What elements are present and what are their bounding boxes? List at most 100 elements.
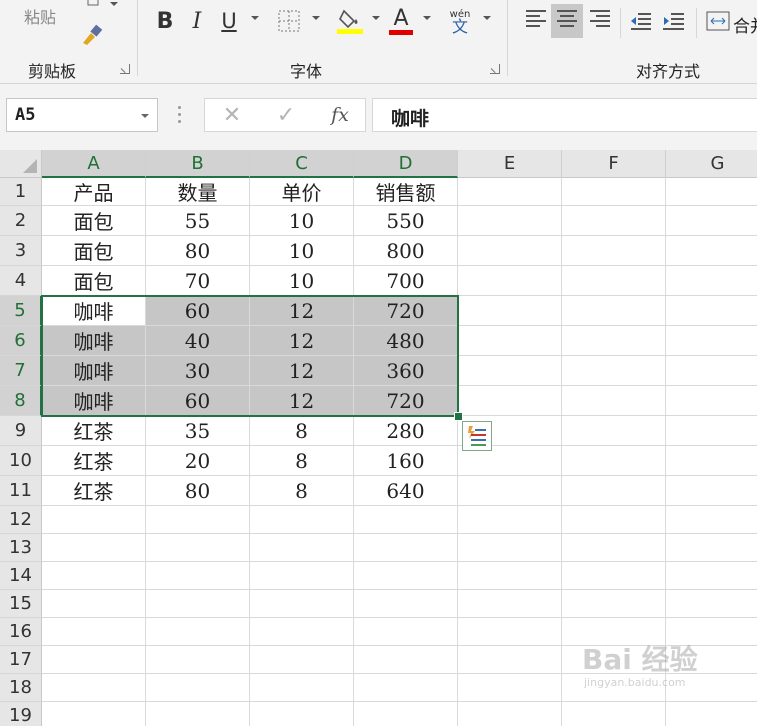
copy-icon[interactable] bbox=[84, 0, 104, 8]
cell-g6[interactable] bbox=[666, 326, 757, 356]
cell-c9[interactable]: 8 bbox=[250, 416, 354, 446]
row-header-2[interactable]: 2 bbox=[0, 206, 42, 236]
cell-b5[interactable]: 60 bbox=[146, 296, 250, 326]
cell-e1[interactable] bbox=[458, 178, 562, 206]
row-header-14[interactable]: 14 bbox=[0, 562, 42, 590]
cell-f6[interactable] bbox=[562, 326, 666, 356]
cell-d1[interactable]: 销售额 bbox=[354, 178, 458, 206]
cell-c12[interactable] bbox=[250, 506, 354, 534]
cell-e4[interactable] bbox=[458, 266, 562, 296]
phonetic-icon[interactable]: wén 文 bbox=[446, 6, 474, 36]
bold-button[interactable]: B bbox=[152, 6, 178, 36]
clipboard-launcher-icon[interactable] bbox=[120, 64, 130, 74]
cell-e19[interactable] bbox=[458, 702, 562, 726]
cell-f4[interactable] bbox=[562, 266, 666, 296]
cell-a7[interactable]: 咖啡 bbox=[42, 356, 146, 386]
cell-b1[interactable]: 数量 bbox=[146, 178, 250, 206]
cell-d5[interactable]: 720 bbox=[354, 296, 458, 326]
cell-c17[interactable] bbox=[250, 646, 354, 674]
cell-a8[interactable]: 咖啡 bbox=[42, 386, 146, 416]
cell-b11[interactable]: 80 bbox=[146, 476, 250, 506]
cell-d17[interactable] bbox=[354, 646, 458, 674]
italic-button[interactable]: I bbox=[184, 6, 210, 36]
cell-g14[interactable] bbox=[666, 562, 757, 590]
cell-a2[interactable]: 面包 bbox=[42, 206, 146, 236]
name-box[interactable]: A5 bbox=[6, 98, 158, 132]
row-header-12[interactable]: 12 bbox=[0, 506, 42, 534]
row-header-5[interactable]: 5 bbox=[0, 296, 42, 326]
row-header-15[interactable]: 15 bbox=[0, 590, 42, 618]
cell-a15[interactable] bbox=[42, 590, 146, 618]
cell-g2[interactable] bbox=[666, 206, 757, 236]
cell-b13[interactable] bbox=[146, 534, 250, 562]
align-right-icon[interactable] bbox=[590, 10, 610, 28]
cell-d12[interactable] bbox=[354, 506, 458, 534]
cell-c18[interactable] bbox=[250, 674, 354, 702]
cell-g15[interactable] bbox=[666, 590, 757, 618]
cell-c1[interactable]: 单价 bbox=[250, 178, 354, 206]
cell-e5[interactable] bbox=[458, 296, 562, 326]
underline-dropdown[interactable] bbox=[251, 16, 259, 20]
cell-b8[interactable]: 60 bbox=[146, 386, 250, 416]
increase-indent-icon[interactable] bbox=[660, 6, 686, 36]
cell-b12[interactable] bbox=[146, 506, 250, 534]
cell-d13[interactable] bbox=[354, 534, 458, 562]
cell-a4[interactable]: 面包 bbox=[42, 266, 146, 296]
cell-a19[interactable] bbox=[42, 702, 146, 726]
column-header-e[interactable]: E bbox=[458, 150, 562, 178]
cell-c14[interactable] bbox=[250, 562, 354, 590]
fill-handle[interactable] bbox=[454, 412, 463, 421]
cell-a12[interactable] bbox=[42, 506, 146, 534]
copy-dropdown[interactable] bbox=[110, 2, 118, 6]
cell-d4[interactable]: 700 bbox=[354, 266, 458, 296]
cell-f7[interactable] bbox=[562, 356, 666, 386]
cell-g4[interactable] bbox=[666, 266, 757, 296]
borders-icon[interactable] bbox=[276, 6, 302, 36]
quick-analysis-icon[interactable] bbox=[462, 421, 492, 451]
enter-icon[interactable]: ✓ bbox=[271, 103, 301, 128]
cell-a5[interactable]: 咖啡 bbox=[42, 296, 146, 326]
cell-a6[interactable]: 咖啡 bbox=[42, 326, 146, 356]
row-header-11[interactable]: 11 bbox=[0, 476, 42, 506]
cell-c4[interactable]: 10 bbox=[250, 266, 354, 296]
cell-b7[interactable]: 30 bbox=[146, 356, 250, 386]
cell-b9[interactable]: 35 bbox=[146, 416, 250, 446]
cell-c11[interactable]: 8 bbox=[250, 476, 354, 506]
cell-c6[interactable]: 12 bbox=[250, 326, 354, 356]
cell-f19[interactable] bbox=[562, 702, 666, 726]
cell-f10[interactable] bbox=[562, 446, 666, 476]
row-header-13[interactable]: 13 bbox=[0, 534, 42, 562]
align-left-icon[interactable] bbox=[526, 10, 546, 28]
cell-a17[interactable] bbox=[42, 646, 146, 674]
cell-c3[interactable]: 10 bbox=[250, 236, 354, 266]
row-header-16[interactable]: 16 bbox=[0, 618, 42, 646]
fill-color-dropdown[interactable] bbox=[372, 16, 380, 20]
cell-g19[interactable] bbox=[666, 702, 757, 726]
cell-e8[interactable] bbox=[458, 386, 562, 416]
cell-f13[interactable] bbox=[562, 534, 666, 562]
decrease-indent-icon[interactable] bbox=[628, 6, 654, 36]
cell-f15[interactable] bbox=[562, 590, 666, 618]
cell-c5[interactable]: 12 bbox=[250, 296, 354, 326]
cell-f9[interactable] bbox=[562, 416, 666, 446]
cell-a1[interactable]: 产品 bbox=[42, 178, 146, 206]
cell-g3[interactable] bbox=[666, 236, 757, 266]
cell-a3[interactable]: 面包 bbox=[42, 236, 146, 266]
format-painter-icon[interactable] bbox=[78, 22, 106, 48]
cell-e16[interactable] bbox=[458, 618, 562, 646]
row-header-4[interactable]: 4 bbox=[0, 266, 42, 296]
row-header-1[interactable]: 1 bbox=[0, 178, 42, 206]
cell-g11[interactable] bbox=[666, 476, 757, 506]
row-header-18[interactable]: 18 bbox=[0, 674, 42, 702]
cell-b16[interactable] bbox=[146, 618, 250, 646]
column-header-d[interactable]: D bbox=[354, 150, 458, 178]
cell-b17[interactable] bbox=[146, 646, 250, 674]
font-color-dropdown[interactable] bbox=[423, 16, 431, 20]
cell-f2[interactable] bbox=[562, 206, 666, 236]
column-header-b[interactable]: B bbox=[146, 150, 250, 178]
cell-c2[interactable]: 10 bbox=[250, 206, 354, 236]
cell-f14[interactable] bbox=[562, 562, 666, 590]
cancel-icon[interactable]: ✕ bbox=[217, 103, 247, 128]
chevron-down-icon[interactable] bbox=[141, 114, 149, 118]
cell-a10[interactable]: 红茶 bbox=[42, 446, 146, 476]
